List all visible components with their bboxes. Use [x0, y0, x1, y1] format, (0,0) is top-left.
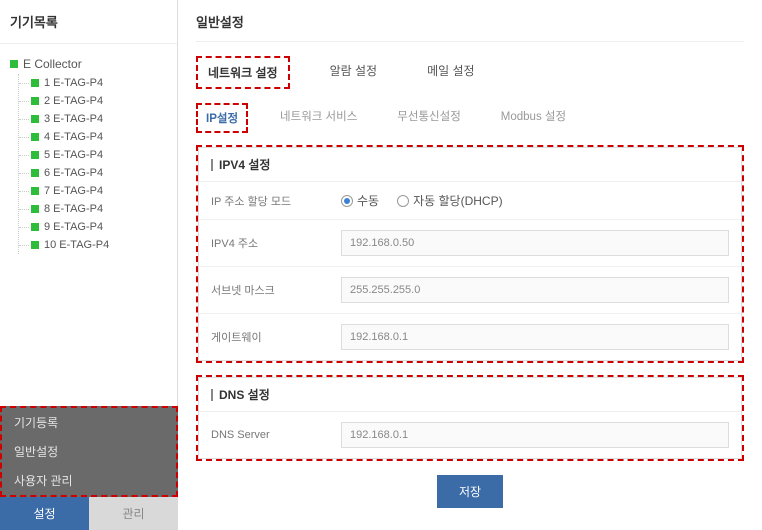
gateway-label: 게이트웨이	[211, 329, 341, 345]
radio-manual[interactable]: 수동	[341, 192, 379, 209]
bottom-tab-manage[interactable]: 관리	[89, 497, 178, 530]
sidebar-bottom: 기기등록일반설정사용자 관리 설정 관리	[0, 406, 178, 530]
tree-item[interactable]: 1 E-TAG-P4	[19, 74, 167, 92]
gateway-input[interactable]	[341, 324, 729, 350]
tree-item-label: 10 E-TAG-P4	[44, 239, 109, 251]
status-icon	[31, 223, 39, 231]
tree-item-label: 7 E-TAG-P4	[44, 185, 103, 197]
tree-item-label: 3 E-TAG-P4	[44, 113, 103, 125]
sidebar-title: 기기목록	[0, 0, 177, 44]
tree-item-label: 6 E-TAG-P4	[44, 167, 103, 179]
tree-item[interactable]: 5 E-TAG-P4	[19, 146, 167, 164]
primary-tab[interactable]: 메일 설정	[417, 56, 485, 89]
tree-item-label: 2 E-TAG-P4	[44, 95, 103, 107]
primary-tabs: 네트워크 설정 알람 설정 메일 설정	[196, 56, 744, 89]
tree-item-label: 4 E-TAG-P4	[44, 131, 103, 143]
ipv4-address-input[interactable]	[341, 230, 729, 256]
status-icon	[31, 79, 39, 87]
save-button[interactable]: 저장	[437, 475, 503, 508]
dns-server-input[interactable]	[341, 422, 729, 448]
radio-icon	[397, 195, 409, 207]
device-tree: E Collector 1 E-TAG-P4 2 E-TAG-P4 3 E-TAG-…	[0, 44, 177, 406]
tree-item[interactable]: 10 E-TAG-P4	[19, 236, 167, 254]
radio-manual-label: 수동	[357, 192, 379, 209]
tree-item[interactable]: 7 E-TAG-P4	[19, 182, 167, 200]
tree-item[interactable]: 2 E-TAG-P4	[19, 92, 167, 110]
settings-menu: 기기등록일반설정사용자 관리	[0, 406, 178, 497]
radio-dhcp-label: 자동 할당(DHCP)	[413, 192, 503, 209]
secondary-tab[interactable]: 무선통신설정	[389, 103, 468, 133]
ipv4-panel: IPV4 설정 IP 주소 할당 모드 수동 자동 할당(DHCP)	[196, 145, 744, 363]
tree-item[interactable]: 9 E-TAG-P4	[19, 218, 167, 236]
primary-tab[interactable]: 알람 설정	[320, 56, 388, 89]
status-icon	[31, 151, 39, 159]
tree-root-label: E Collector	[23, 57, 82, 71]
tree-item[interactable]: 3 E-TAG-P4	[19, 110, 167, 128]
sidebar: 기기목록 E Collector 1 E-TAG-P4 2 E-TAG-P4 3 E…	[0, 0, 178, 530]
status-icon	[31, 115, 39, 123]
secondary-tab[interactable]: Modbus 설정	[493, 103, 574, 133]
radio-dhcp[interactable]: 자동 할당(DHCP)	[397, 192, 503, 209]
tree-item[interactable]: 4 E-TAG-P4	[19, 128, 167, 146]
subnet-mask-label: 서브넷 마스크	[211, 282, 341, 298]
status-icon	[31, 169, 39, 177]
tree-root[interactable]: E Collector	[10, 54, 167, 74]
status-icon	[31, 187, 39, 195]
tree-item[interactable]: 8 E-TAG-P4	[19, 200, 167, 218]
dns-server-label: DNS Server	[211, 429, 341, 441]
tree-item-label: 5 E-TAG-P4	[44, 149, 103, 161]
settings-menu-item[interactable]: 사용자 관리	[2, 466, 176, 495]
dns-panel-title: DNS 설정	[199, 378, 741, 412]
secondary-tabs: IP설정 네트워크 서비스 무선통신설정 Modbus 설정	[196, 103, 744, 133]
subnet-mask-input[interactable]	[341, 277, 729, 303]
tree-item[interactable]: 6 E-TAG-P4	[19, 164, 167, 182]
status-icon	[31, 241, 39, 249]
ipv4-address-label: IPV4 주소	[211, 235, 341, 251]
ip-mode-label: IP 주소 할당 모드	[211, 193, 341, 209]
status-icon	[31, 133, 39, 141]
bottom-tab-settings[interactable]: 설정	[0, 497, 89, 530]
radio-icon	[341, 195, 353, 207]
settings-menu-item[interactable]: 기기등록	[2, 408, 176, 437]
main-panel: 일반설정 네트워크 설정 알람 설정 메일 설정 IP설정 네트워크 서비스 무선통신설…	[178, 0, 762, 530]
tree-item-label: 9 E-TAG-P4	[44, 221, 103, 233]
secondary-tab[interactable]: IP설정	[196, 103, 248, 133]
dns-panel: DNS 설정 DNS Server	[196, 375, 744, 461]
tree-item-label: 1 E-TAG-P4	[44, 77, 103, 89]
status-icon	[10, 60, 18, 68]
status-icon	[31, 205, 39, 213]
primary-tab[interactable]: 네트워크 설정	[196, 56, 290, 89]
page-title: 일반설정	[196, 12, 744, 42]
status-icon	[31, 97, 39, 105]
tree-item-label: 8 E-TAG-P4	[44, 203, 103, 215]
settings-menu-item[interactable]: 일반설정	[2, 437, 176, 466]
secondary-tab[interactable]: 네트워크 서비스	[272, 103, 365, 133]
ipv4-panel-title: IPV4 설정	[199, 148, 741, 182]
